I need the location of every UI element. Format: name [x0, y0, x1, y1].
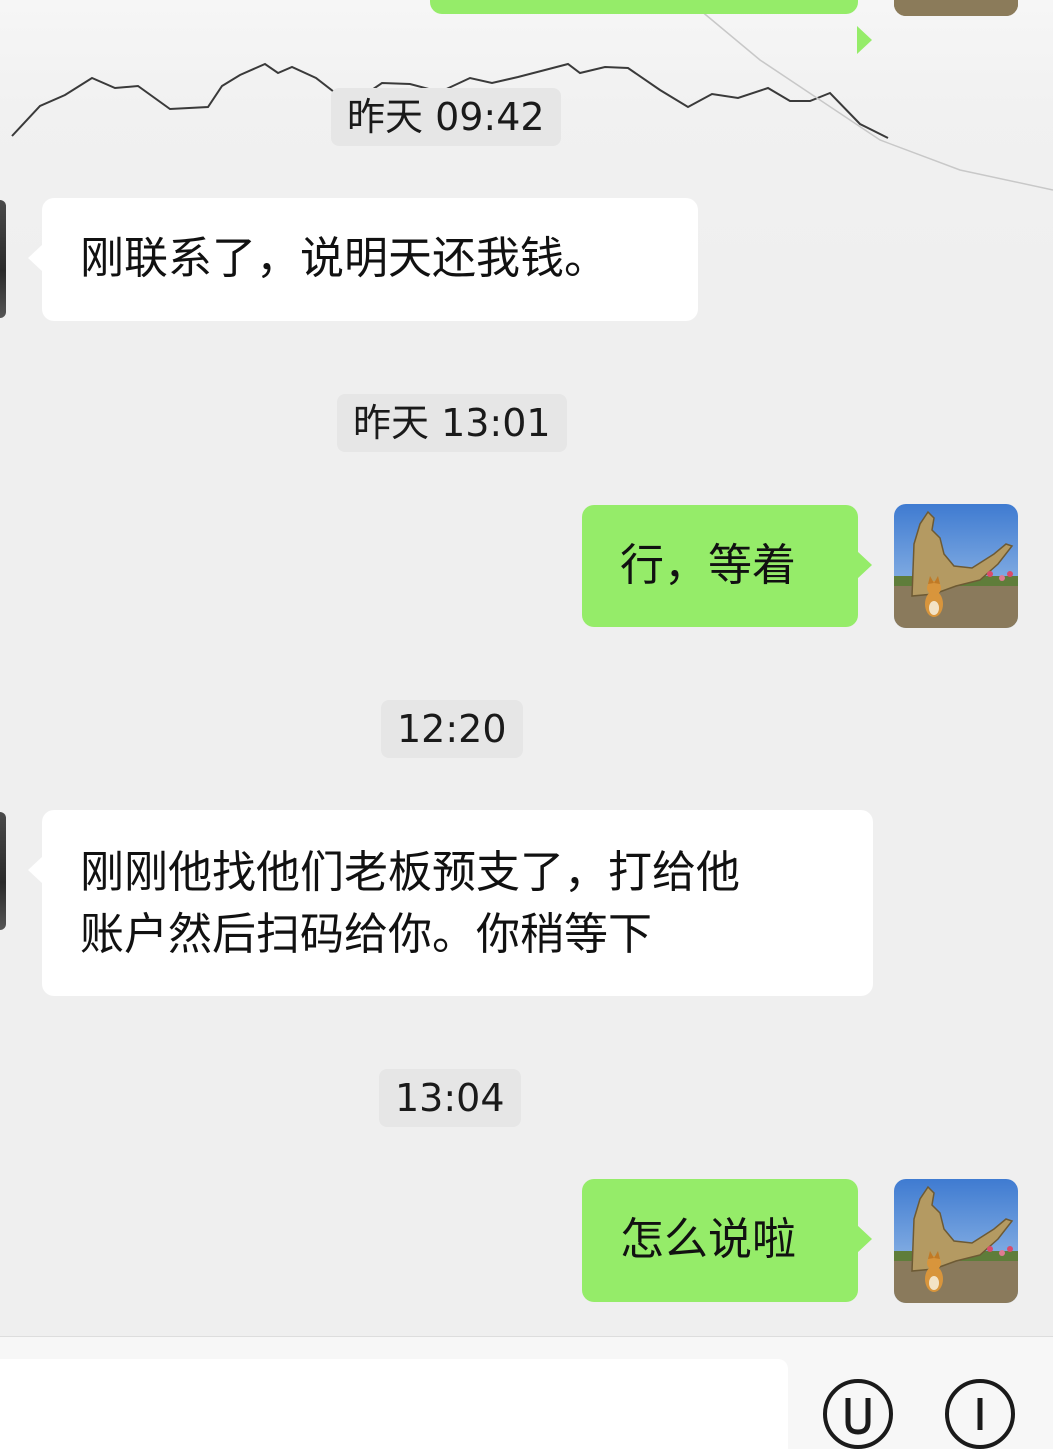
emoji-circle-icon[interactable]	[945, 1379, 1015, 1449]
message-bubble-outgoing-1[interactable]: 行，等着	[582, 505, 872, 627]
voice-circle-icon[interactable]	[823, 1379, 893, 1449]
my-avatar[interactable]	[894, 1179, 1018, 1303]
timestamp-2: 昨天 13:01	[337, 394, 567, 452]
dog-photo-icon	[894, 0, 1018, 16]
my-avatar[interactable]	[894, 504, 1018, 628]
message-text-line-2: 账户然后扫码给你。你稍等下	[80, 909, 652, 960]
message-text: 怎么说啦	[620, 1214, 796, 1265]
message-text-line-1: 刚刚他找他们老板预支了，打给他	[80, 847, 740, 898]
voice-glyph-icon	[845, 1398, 871, 1435]
dog-photo-icon	[894, 504, 1018, 628]
message-text: 行，等着	[620, 540, 796, 591]
input-bar	[0, 1336, 1053, 1449]
contact-avatar-edge[interactable]	[0, 200, 6, 318]
emoji-glyph-icon	[977, 1398, 983, 1430]
message-input[interactable]	[0, 1359, 788, 1449]
my-avatar-edge[interactable]	[894, 0, 1018, 16]
dog-photo-icon	[894, 1179, 1018, 1303]
message-bubble-incoming-1[interactable]: 刚联系了，说明天还我钱。	[28, 198, 698, 321]
timestamp-4: 13:04	[379, 1069, 521, 1127]
message-bubble-incoming-2[interactable]: 刚刚他找他们老板预支了，打给他 账户然后扫码给你。你稍等下	[28, 810, 873, 996]
timestamp-1: 昨天 09:42	[331, 88, 561, 146]
contact-avatar-edge[interactable]	[0, 812, 6, 930]
timestamp-3: 12:20	[381, 700, 523, 758]
chat-background: 昨天 09:42 刚联系了，说明天还我钱。 昨天 13:01 行，等着 12:2…	[0, 0, 1053, 1336]
message-bubble-outgoing-2[interactable]: 怎么说啦	[582, 1179, 872, 1302]
previous-outgoing-bubble-edge[interactable]	[430, 0, 872, 54]
message-text: 刚联系了，说明天还我钱。	[80, 233, 608, 284]
